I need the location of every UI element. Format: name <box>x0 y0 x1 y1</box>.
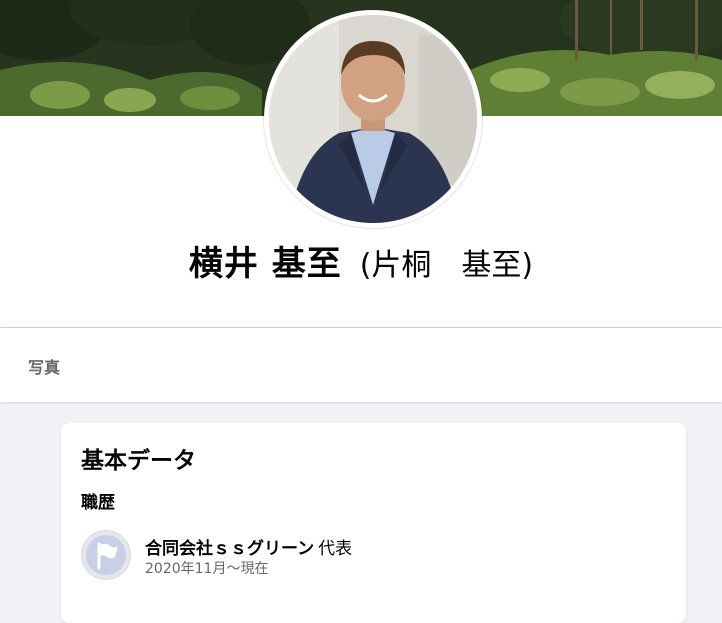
work-period: 2020年11月～現在 <box>145 561 269 577</box>
work-role: 代表 <box>318 539 353 559</box>
about-card: 基本データ 職歴 合同会社ｓｓグリーン 代表 2020年11月～現在 <box>61 423 686 623</box>
profile-picture[interactable] <box>269 15 477 223</box>
work-section-title: 職歴 <box>81 493 115 513</box>
work-company-link[interactable]: 合同会社ｓｓグリーン <box>145 539 314 559</box>
card-title: 基本データ <box>81 448 196 474</box>
avatar-image <box>269 15 477 223</box>
flag-icon[interactable] <box>81 530 131 580</box>
profile-name: 横井 基至 <box>188 244 342 284</box>
profile-tab-bar: 写真 <box>0 328 722 402</box>
work-entry: 合同会社ｓｓグリーン 代表 <box>145 534 352 559</box>
profile-alternate-name: (片桐 基至) <box>359 248 534 283</box>
tab-photos[interactable]: 写真 <box>28 354 60 378</box>
profile-name-row: 横井 基至 (片桐 基至) <box>0 236 722 288</box>
